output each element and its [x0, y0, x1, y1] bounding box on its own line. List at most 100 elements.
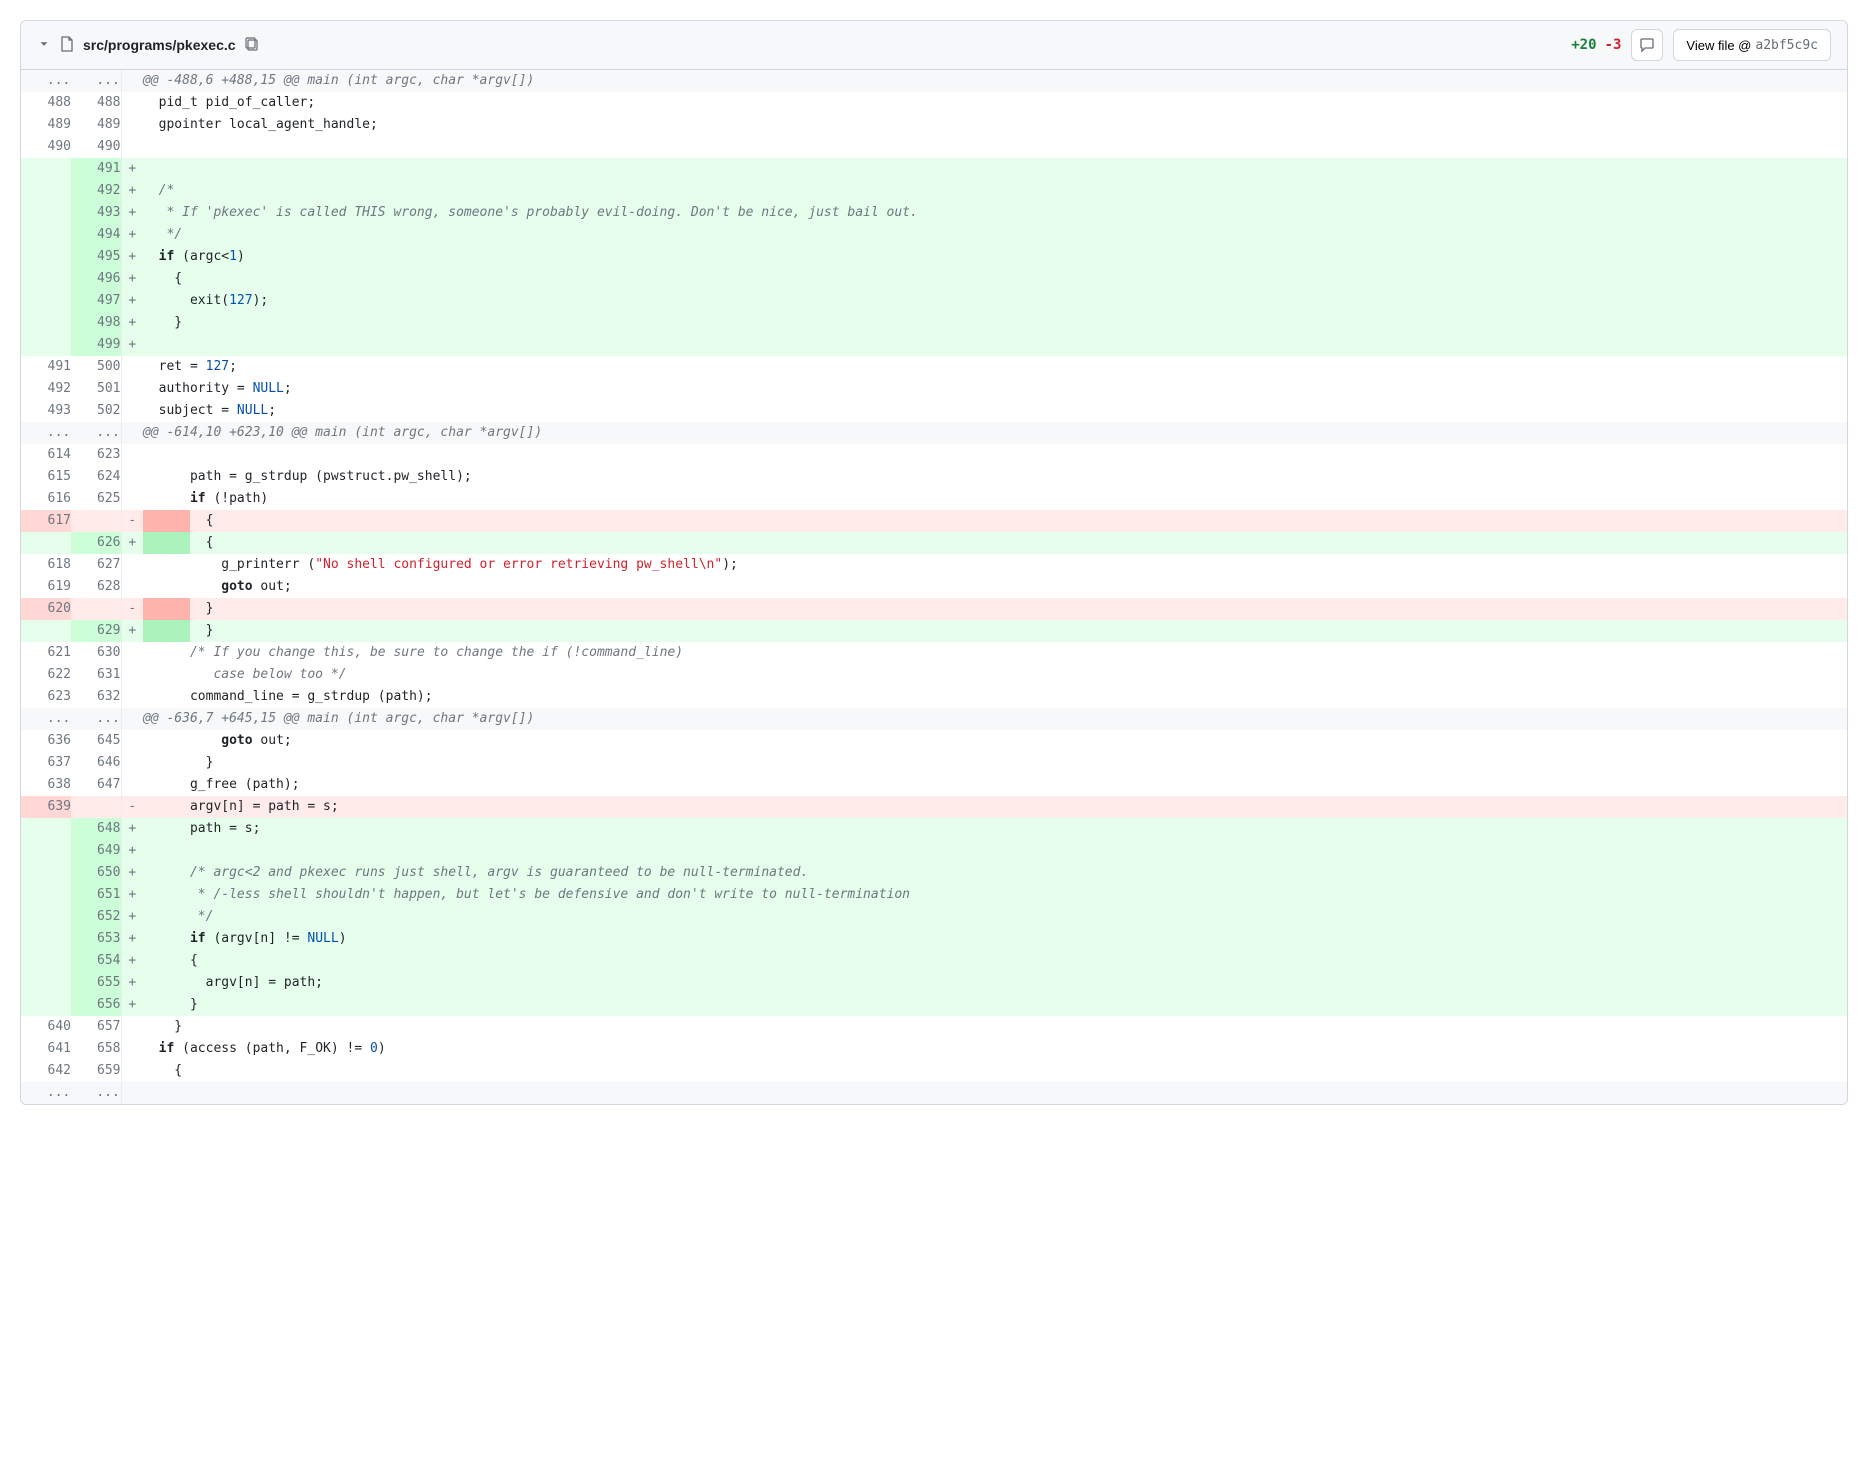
line-number-old[interactable] [21, 972, 71, 994]
line-number-new[interactable]: 650 [71, 862, 121, 884]
line-number-new[interactable]: 631 [71, 664, 121, 686]
line-number-old[interactable] [21, 928, 71, 950]
line-number-old[interactable]: ... [21, 422, 71, 444]
line-number-new[interactable]: 655 [71, 972, 121, 994]
line-number-new[interactable]: 659 [71, 1060, 121, 1082]
line-number-new[interactable]: ... [71, 1082, 121, 1104]
line-number-new[interactable]: 498 [71, 312, 121, 334]
view-file-button[interactable]: View file @ a2bf5c9c [1673, 29, 1831, 61]
code-cell[interactable]: authority = NULL; [143, 378, 1847, 400]
chevron-down-icon[interactable] [37, 37, 51, 54]
code-cell[interactable]: path = g_strdup (pwstruct.pw_shell); [143, 466, 1847, 488]
code-cell[interactable] [143, 158, 1847, 180]
line-number-new[interactable]: 495 [71, 246, 121, 268]
line-number-new[interactable]: 630 [71, 642, 121, 664]
line-number-old[interactable]: 489 [21, 114, 71, 136]
code-cell[interactable]: gpointer local_agent_handle; [143, 114, 1847, 136]
line-number-new[interactable]: 646 [71, 752, 121, 774]
code-cell[interactable]: case below too */ [143, 664, 1847, 686]
line-number-new[interactable]: 490 [71, 136, 121, 158]
code-cell[interactable]: if (access (path, F_OK) != 0) [143, 1038, 1847, 1060]
line-number-old[interactable]: 616 [21, 488, 71, 510]
line-number-new[interactable]: 496 [71, 268, 121, 290]
code-cell[interactable] [143, 840, 1847, 862]
code-cell[interactable]: if (argv[n] != NULL) [143, 928, 1847, 950]
code-cell[interactable]: goto out; [143, 576, 1847, 598]
line-number-old[interactable] [21, 818, 71, 840]
line-number-old[interactable] [21, 862, 71, 884]
line-number-old[interactable]: 620 [21, 598, 71, 620]
line-number-old[interactable] [21, 180, 71, 202]
line-number-old[interactable]: 493 [21, 400, 71, 422]
code-cell[interactable]: goto out; [143, 730, 1847, 752]
code-cell[interactable]: { [143, 1060, 1847, 1082]
line-number-new[interactable]: 657 [71, 1016, 121, 1038]
code-cell[interactable]: if (!path) [143, 488, 1847, 510]
line-number-old[interactable]: 623 [21, 686, 71, 708]
line-number-old[interactable]: 621 [21, 642, 71, 664]
code-cell[interactable]: } [143, 752, 1847, 774]
line-number-new[interactable]: 658 [71, 1038, 121, 1060]
code-cell[interactable]: } [143, 312, 1847, 334]
line-number-new[interactable]: 488 [71, 92, 121, 114]
code-cell[interactable]: subject = NULL; [143, 400, 1847, 422]
line-number-new[interactable] [71, 598, 121, 620]
line-number-old[interactable] [21, 246, 71, 268]
code-cell[interactable]: */ [143, 224, 1847, 246]
line-number-old[interactable]: 640 [21, 1016, 71, 1038]
code-cell[interactable] [143, 334, 1847, 356]
code-cell[interactable]: { [143, 268, 1847, 290]
line-number-old[interactable]: 615 [21, 466, 71, 488]
line-number-new[interactable]: 502 [71, 400, 121, 422]
line-number-old[interactable] [21, 202, 71, 224]
line-number-new[interactable]: 648 [71, 818, 121, 840]
line-number-new[interactable]: 656 [71, 994, 121, 1016]
code-cell[interactable]: } [143, 1016, 1847, 1038]
file-path[interactable]: src/programs/pkexec.c [83, 37, 236, 53]
code-cell[interactable]: } [143, 994, 1847, 1016]
line-number-old[interactable]: 622 [21, 664, 71, 686]
line-number-old[interactable]: 637 [21, 752, 71, 774]
code-cell[interactable]: /* [143, 180, 1847, 202]
line-number-new[interactable]: 651 [71, 884, 121, 906]
code-cell[interactable] [143, 136, 1847, 158]
line-number-old[interactable]: 488 [21, 92, 71, 114]
copy-path-icon[interactable] [244, 36, 260, 55]
line-number-old[interactable] [21, 532, 71, 554]
line-number-old[interactable]: 491 [21, 356, 71, 378]
line-number-new[interactable]: 499 [71, 334, 121, 356]
line-number-old[interactable]: 619 [21, 576, 71, 598]
line-number-old[interactable] [21, 224, 71, 246]
code-cell[interactable]: } [143, 598, 1847, 620]
line-number-old[interactable]: 617 [21, 510, 71, 532]
code-cell[interactable]: { [143, 950, 1847, 972]
code-cell[interactable]: g_free (path); [143, 774, 1847, 796]
line-number-new[interactable]: 497 [71, 290, 121, 312]
line-number-new[interactable] [71, 510, 121, 532]
line-number-new[interactable]: 625 [71, 488, 121, 510]
line-number-old[interactable]: ... [21, 70, 71, 92]
line-number-new[interactable]: 492 [71, 180, 121, 202]
line-number-new[interactable]: 647 [71, 774, 121, 796]
line-number-old[interactable]: 492 [21, 378, 71, 400]
code-cell[interactable]: @@ -636,7 +645,15 @@ main (int argc, cha… [143, 708, 1847, 730]
line-number-new[interactable]: 653 [71, 928, 121, 950]
line-number-old[interactable] [21, 312, 71, 334]
code-cell[interactable]: path = s; [143, 818, 1847, 840]
code-cell[interactable]: * /-less shell shouldn't happen, but let… [143, 884, 1847, 906]
code-cell[interactable]: /* If you change this, be sure to change… [143, 642, 1847, 664]
comment-button[interactable] [1631, 29, 1663, 61]
line-number-new[interactable]: 649 [71, 840, 121, 862]
line-number-new[interactable]: 652 [71, 906, 121, 928]
line-number-new[interactable]: 645 [71, 730, 121, 752]
code-cell[interactable] [143, 444, 1847, 466]
line-number-new[interactable]: 628 [71, 576, 121, 598]
line-number-old[interactable] [21, 994, 71, 1016]
code-cell[interactable]: pid_t pid_of_caller; [143, 92, 1847, 114]
code-cell[interactable]: argv[n] = path = s; [143, 796, 1847, 818]
line-number-old[interactable] [21, 268, 71, 290]
line-number-new[interactable]: 494 [71, 224, 121, 246]
code-cell[interactable]: { [143, 510, 1847, 532]
line-number-new[interactable]: 500 [71, 356, 121, 378]
line-number-old[interactable]: 641 [21, 1038, 71, 1060]
